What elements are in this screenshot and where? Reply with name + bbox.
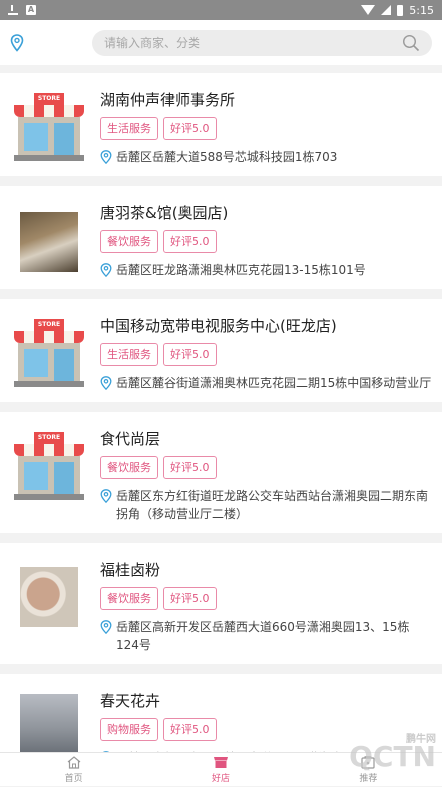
category-tag: 餐饮服务 [100, 587, 158, 610]
address-pin-icon [100, 150, 112, 164]
store-sign: STORE [34, 93, 64, 105]
address-pin-icon [100, 263, 112, 277]
category-tag: 餐饮服务 [100, 456, 158, 479]
search-icon[interactable] [402, 34, 420, 52]
shop-name: 唐羽茶&馆(奥园店) [100, 204, 229, 222]
status-time: 5:15 [409, 3, 434, 17]
wifi-icon [361, 5, 376, 15]
rating-tag: 好评5.0 [163, 456, 217, 479]
rating-tag: 好评5.0 [163, 587, 217, 610]
app-notification-icon: A [26, 5, 36, 15]
shop-photo [14, 206, 84, 276]
list-item[interactable]: STORE 食代尚层餐饮服务 好评5.0 岳麓区东方红街道旺龙路公交车站西站台潇湘奥园… [0, 412, 442, 533]
shop-name: 中国移动宽带电视服务中心(旺龙店) [100, 317, 337, 335]
location-icon[interactable] [10, 33, 24, 52]
search-box[interactable] [92, 29, 432, 56]
shop-address: 岳麓区东方红街道旺龙路公交车站西站台潇湘奥园二期东南拐角（移动营业厅二楼） [116, 489, 429, 521]
rating-tag: 好评5.0 [163, 230, 217, 253]
watermark: QCTN 鹏牛网 [349, 734, 436, 773]
store-thumbnail: STORE [14, 319, 84, 389]
category-tag: 购物服务 [100, 718, 158, 741]
shop-address: 岳麓区岳麓大道588号芯城科技园1栋703 [116, 150, 338, 164]
category-tag: 生活服务 [100, 343, 158, 366]
shop-address: 岳麓区麓谷街道潇湘奥林匹克花园二期15栋中国移动营业厅 [116, 376, 432, 390]
tab-shop[interactable]: 好店 [147, 753, 294, 786]
rating-tag: 好评5.0 [163, 718, 217, 741]
shop-name: 食代尚层 [100, 430, 161, 448]
list-item[interactable]: 唐羽茶&馆(奥园店) 餐饮服务 好评5.0 岳麓区旺龙路潇湘奥林匹克花园13-15栋1… [0, 186, 442, 289]
address-pin-icon [100, 489, 112, 503]
download-icon [8, 5, 18, 15]
store-sign: STORE [34, 319, 64, 331]
tab-label: 首页 [64, 773, 83, 784]
category-tag: 餐饮服务 [100, 230, 158, 253]
home-icon [67, 755, 81, 769]
tab-label: 好店 [211, 773, 230, 784]
list-item[interactable]: STORE 中国移动宽带电视服务中心(旺龙店) 生活服务 好评5.0 岳麓区麓谷街道潇湘… [0, 299, 442, 402]
address-pin-icon [100, 376, 112, 390]
shop-address: 岳麓区旺龙路潇湘奥林匹克花园13-15栋101号 [116, 263, 366, 277]
store-sign: STORE [34, 432, 64, 444]
signal-icon [381, 5, 392, 15]
search-bar [0, 20, 442, 65]
shop-name: 湖南仲声律师事务所 [100, 91, 236, 109]
store-thumbnail: STORE [14, 432, 84, 502]
status-bar: A 5:15 [0, 0, 442, 20]
shop-address: 岳麓区高新开发区岳麓西大道660号潇湘奥园13、15栋124号 [116, 620, 410, 652]
list-item[interactable]: STORE 湖南仲声律师事务所生活服务 好评5.0 岳麓区岳麓大道588号芯城科技园1… [0, 73, 442, 176]
rating-tag: 好评5.0 [163, 343, 217, 366]
shop-icon [213, 756, 228, 768]
battery-icon [397, 4, 404, 16]
shop-name: 春天花卉 [100, 692, 161, 710]
shop-list: STORE 湖南仲声律师事务所 生活服务 好评5.0 岳麓区岳麓大道588号芯城科技园1… [0, 73, 442, 787]
address-pin-icon [100, 620, 112, 634]
search-input[interactable] [104, 35, 402, 50]
rating-tag: 好评5.0 [163, 117, 217, 140]
shop-name: 福桂卤粉 [100, 561, 161, 579]
category-tag: 生活服务 [100, 117, 158, 140]
store-thumbnail: STORE [14, 93, 84, 163]
tab-home[interactable]: 首页 [0, 753, 147, 786]
list-item[interactable]: 福桂卤粉餐饮服务 好评5.0 岳麓区高新开发区岳麓西大道660号潇湘奥园13、15栋… [0, 543, 442, 664]
shop-photo [14, 563, 84, 633]
